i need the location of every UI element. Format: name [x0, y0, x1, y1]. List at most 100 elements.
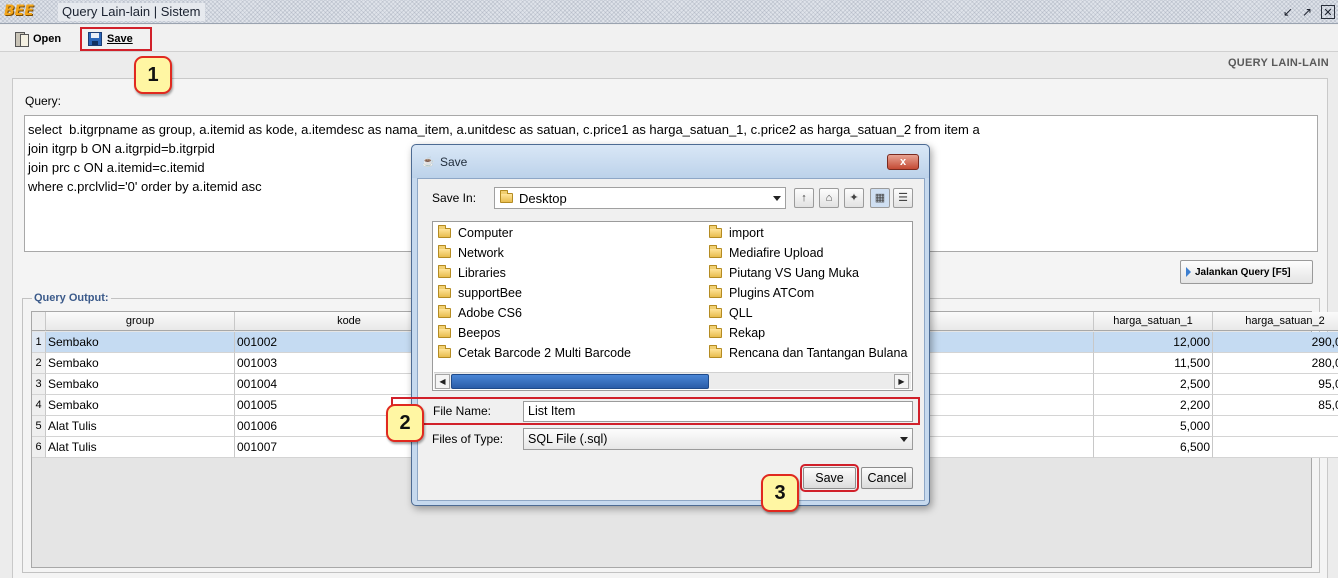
close-icon[interactable]: ✕	[1321, 5, 1335, 19]
file-list-item[interactable]: Network	[438, 245, 504, 260]
file-list-item[interactable]: Rencana dan Tantangan Bulana	[709, 345, 908, 360]
file-list-item[interactable]: Adobe CS6	[438, 305, 522, 320]
scrollbar-thumb[interactable]	[451, 374, 709, 389]
file-list-item-label: Libraries	[458, 266, 506, 280]
file-list-item[interactable]: Computer	[438, 225, 513, 240]
cell-group[interactable]: Alat Tulis	[46, 437, 235, 458]
query-label: Query:	[25, 94, 62, 108]
open-button-label: Open	[33, 32, 62, 45]
cell-harga-satuan-1[interactable]: 2,500	[1094, 374, 1213, 395]
files-of-type-label: Files of Type:	[432, 432, 504, 446]
cell-harga-satuan-1[interactable]: 6,500	[1094, 437, 1213, 458]
cell-harga-satuan-2[interactable]: 290,000	[1213, 332, 1338, 353]
file-list-item-label: Mediafire Upload	[729, 246, 824, 260]
row-number[interactable]: 5	[32, 416, 46, 437]
chevron-down-icon	[773, 196, 781, 201]
new-folder-icon[interactable]: ✦	[844, 188, 864, 208]
dialog-cancel-button[interactable]: Cancel	[861, 467, 913, 489]
scroll-right-icon[interactable]: ▶	[894, 374, 909, 389]
restore-icon[interactable]: ↗	[1299, 4, 1315, 20]
run-query-button[interactable]: Jalankan Query [F5]	[1180, 260, 1313, 284]
folder-icon	[709, 265, 722, 278]
cell-group[interactable]: Sembako	[46, 374, 235, 395]
save-button[interactable]: Save	[80, 27, 152, 51]
scroll-left-icon[interactable]: ◀	[435, 374, 450, 389]
cell-harga-satuan-2[interactable]: 280,000	[1213, 353, 1338, 374]
cell-harga-satuan-2[interactable]: 85,000	[1213, 395, 1338, 416]
folder-icon	[438, 265, 451, 278]
cell-harga-satuan-2[interactable]: 0	[1213, 437, 1338, 458]
horizontal-scrollbar[interactable]: ◀ ▶	[434, 372, 911, 389]
cell-harga-satuan-1[interactable]: 12,000	[1094, 332, 1213, 353]
file-list-item-label: import	[729, 226, 764, 240]
save-in-value: Desktop	[519, 190, 567, 206]
minimize-icon[interactable]: ↙	[1280, 4, 1296, 20]
dialog-close-button[interactable]: x	[887, 154, 919, 170]
open-button[interactable]: Open	[8, 28, 67, 49]
cell-harga-satuan-2[interactable]: 95,000	[1213, 374, 1338, 395]
row-number[interactable]: 4	[32, 395, 46, 416]
column-header-harga-satuan-2[interactable]: harga_satuan_2	[1213, 312, 1338, 331]
cell-harga-satuan-1[interactable]: 11,500	[1094, 353, 1213, 374]
dialog-titlebar: ☕ Save x	[412, 145, 929, 178]
file-list-item[interactable]: Cetak Barcode 2 Multi Barcode	[438, 345, 632, 360]
row-number[interactable]: 3	[32, 374, 46, 395]
folder-icon	[709, 305, 722, 318]
file-list-item-label: Cetak Barcode 2 Multi Barcode	[458, 346, 632, 360]
section-title: QUERY LAIN-LAIN	[1227, 57, 1329, 69]
file-list[interactable]: Computer Network Libraries supportBee Adobe …	[432, 221, 913, 391]
save-in-select[interactable]: Desktop	[494, 187, 786, 209]
folder-icon	[500, 190, 513, 203]
file-list-item-label: Beepos	[458, 326, 501, 340]
query-output-label: Query Output:	[32, 292, 111, 304]
file-list-item[interactable]: QLL	[709, 305, 753, 320]
open-icon	[14, 31, 29, 47]
up-folder-icon[interactable]: ↑	[794, 188, 814, 208]
files-of-type-value: SQL File (.sql)	[528, 432, 608, 446]
file-list-item[interactable]: Beepos	[438, 325, 501, 340]
file-list-item-label: Computer	[458, 226, 513, 240]
app-logo: BEE	[4, 3, 34, 19]
details-view-icon[interactable]: ☰	[893, 188, 913, 208]
file-list-item[interactable]: Rekap	[709, 325, 765, 340]
file-name-label: File Name:	[433, 404, 492, 418]
cell-group[interactable]: Sembako	[46, 395, 235, 416]
file-list-item[interactable]: Mediafire Upload	[709, 245, 824, 260]
callout-badge-3: 3	[761, 474, 799, 512]
home-icon[interactable]: ⌂	[819, 188, 839, 208]
toolbar: Open Save	[0, 25, 1338, 52]
cell-group[interactable]: Alat Tulis	[46, 416, 235, 437]
file-list-item[interactable]: Libraries	[438, 265, 506, 280]
list-view-icon[interactable]: ▦	[870, 188, 890, 208]
dialog-save-button[interactable]: Save	[800, 464, 859, 492]
column-header-group[interactable]: group	[46, 312, 235, 331]
row-number[interactable]: 6	[32, 437, 46, 458]
file-list-item-label: Piutang VS Uang Muka	[729, 266, 859, 280]
dialog-title: Save	[440, 155, 468, 169]
file-list-item[interactable]: import	[709, 225, 764, 240]
cell-harga-satuan-2[interactable]: 0	[1213, 416, 1338, 437]
run-query-label: Jalankan Query [F5]	[1195, 266, 1291, 278]
file-list-item[interactable]: Plugins ATCom	[709, 285, 815, 300]
folder-icon	[709, 245, 722, 258]
row-number[interactable]: 2	[32, 353, 46, 374]
cell-harga-satuan-1[interactable]: 2,200	[1094, 395, 1213, 416]
file-list-item-label: QLL	[729, 306, 753, 320]
folder-icon	[709, 325, 722, 338]
file-list-item[interactable]: supportBee	[438, 285, 522, 300]
save-dialog: ☕ Save x Save In: Desktop ↑ ⌂ ✦ ▦ ☰ Comp…	[391, 144, 930, 506]
file-list-item-label: Rencana dan Tantangan Bulana	[729, 346, 908, 360]
file-name-input[interactable]: List Item	[523, 401, 913, 422]
file-list-item-label: Adobe CS6	[458, 306, 522, 320]
save-in-label: Save In:	[432, 191, 477, 205]
folder-icon	[438, 325, 451, 338]
files-of-type-select[interactable]: SQL File (.sql)	[523, 428, 913, 450]
column-header-harga-satuan-1[interactable]: harga_satuan_1	[1094, 312, 1213, 331]
cell-group[interactable]: Sembako	[46, 353, 235, 374]
cell-group[interactable]: Sembako	[46, 332, 235, 353]
cell-harga-satuan-1[interactable]: 5,000	[1094, 416, 1213, 437]
row-number[interactable]: 1	[32, 332, 46, 353]
file-list-item[interactable]: Piutang VS Uang Muka	[709, 265, 859, 280]
file-list-item-label: Plugins ATCom	[729, 286, 815, 300]
folder-icon	[438, 345, 451, 358]
